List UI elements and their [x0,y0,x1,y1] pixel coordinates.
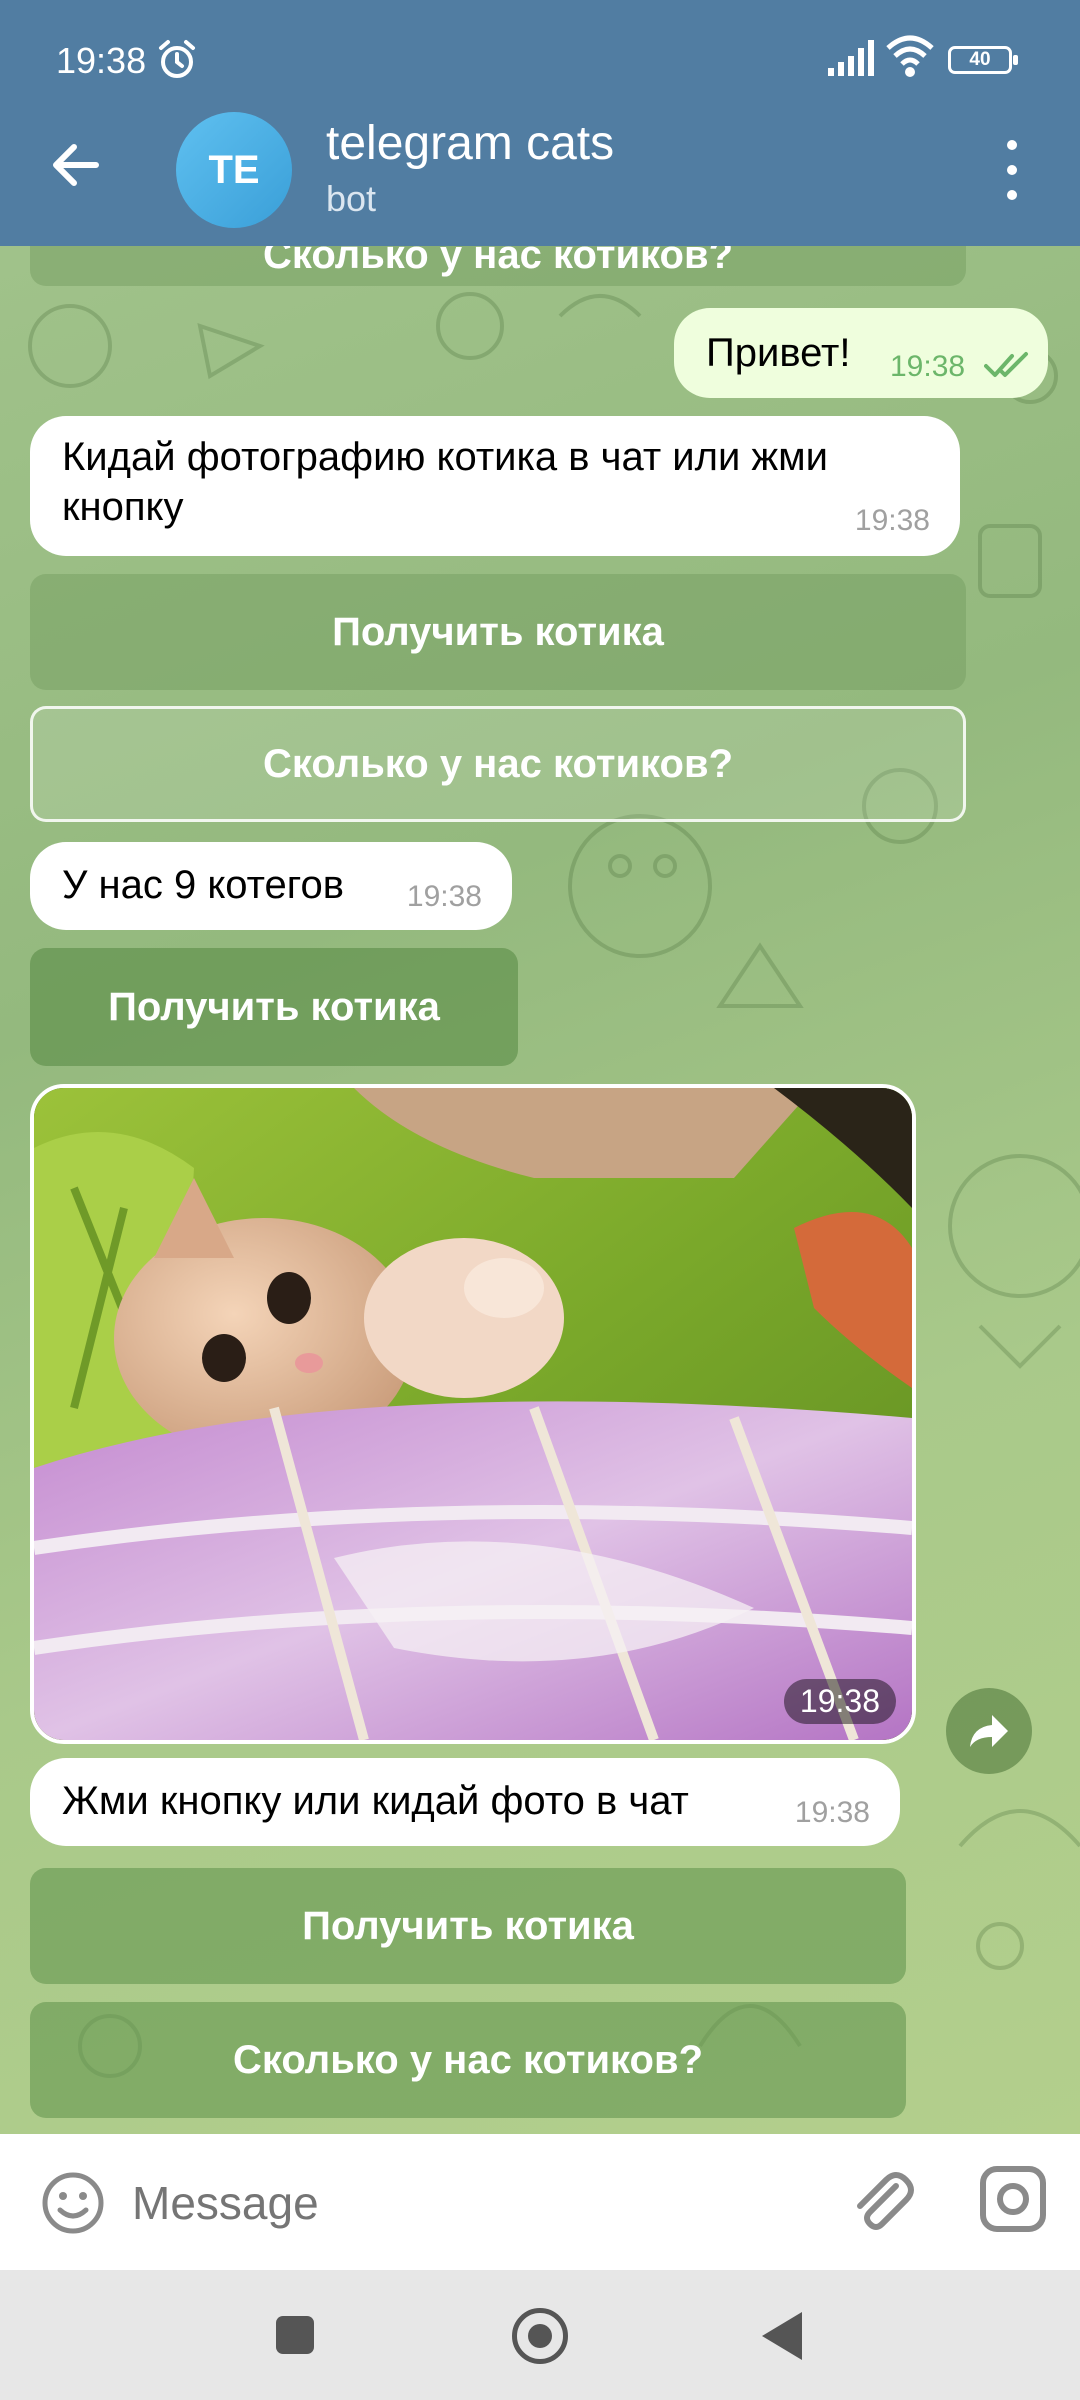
signal-icon [828,40,874,76]
cat-photo [34,1088,912,1740]
chat-subtitle: bot [326,178,377,219]
message-time: 19:38 [406,880,482,913]
double-check-icon [984,352,1028,377]
message-text-line-2: кнопку [62,485,184,529]
incoming-message[interactable]: Жми кнопку или кидай фото в чат 19:38 [30,1758,900,1846]
outgoing-message[interactable]: Привет! 19:38 [674,308,1048,398]
home-button[interactable] [512,2308,568,2364]
message-text: Жми кнопку или кидай фото в чат [62,1779,689,1823]
message-text: Привет! [706,331,851,375]
chat-title[interactable]: telegram cats [326,116,614,171]
incoming-message[interactable]: Кидай фотографию котика в чат или жми кн… [30,416,960,556]
back-arrow-icon [53,144,99,186]
keyboard-button-get-cat[interactable]: Получить котика [30,574,966,690]
keyboard-button-count-cats-partial[interactable]: Сколько у нас котиков? [30,246,966,286]
system-back-button[interactable] [762,2312,802,2360]
keyboard-button-get-cat[interactable]: Получить котика [30,1868,906,1984]
wifi-icon [886,35,934,77]
camera-icon[interactable] [978,2164,1048,2234]
incoming-message[interactable]: У нас 9 котегов 19:38 [30,842,512,930]
chat-messages-area[interactable]: Сколько у нас котиков? Привет! 19:38 Кид… [0,246,1080,2134]
recents-button[interactable] [276,2316,314,2354]
keyboard-button-count-cats[interactable]: Сколько у нас котиков? [30,706,966,822]
emoji-icon[interactable] [40,2170,106,2236]
message-input[interactable] [130,2162,814,2244]
alarm-icon [159,40,195,78]
forward-icon [970,1715,1008,1747]
keyboard-button-count-cats[interactable]: Сколько у нас котиков? [30,2002,906,2118]
more-vertical-icon [1007,140,1017,150]
system-navigation-bar [0,2270,1080,2400]
attach-icon[interactable] [846,2166,918,2238]
status-bar: 19:38 40 [0,0,1080,120]
status-time: 19:38 [56,40,147,81]
battery-indicator: 40 [948,46,1018,74]
message-time: 19:38 [854,504,930,537]
back-button[interactable] [40,130,110,200]
chat-avatar[interactable]: TE [176,112,292,228]
photo-time: 19:38 [783,1679,896,1724]
message-input-bar [0,2134,1080,2270]
more-menu-button[interactable] [992,140,1032,200]
keyboard-button-get-cat[interactable]: Получить котика [30,948,518,1066]
message-time: 19:38 [890,350,966,383]
message-text: У нас 9 котегов [62,863,344,907]
message-text-line-1: Кидай фотографию котика в чат или жми [62,435,828,479]
chat-header: 19:38 40 TE telegram cats bot [0,0,1080,246]
photo-message[interactable]: 19:38 [30,1084,916,1744]
forward-button[interactable] [946,1688,1032,1774]
message-time: 19:38 [794,1796,870,1829]
